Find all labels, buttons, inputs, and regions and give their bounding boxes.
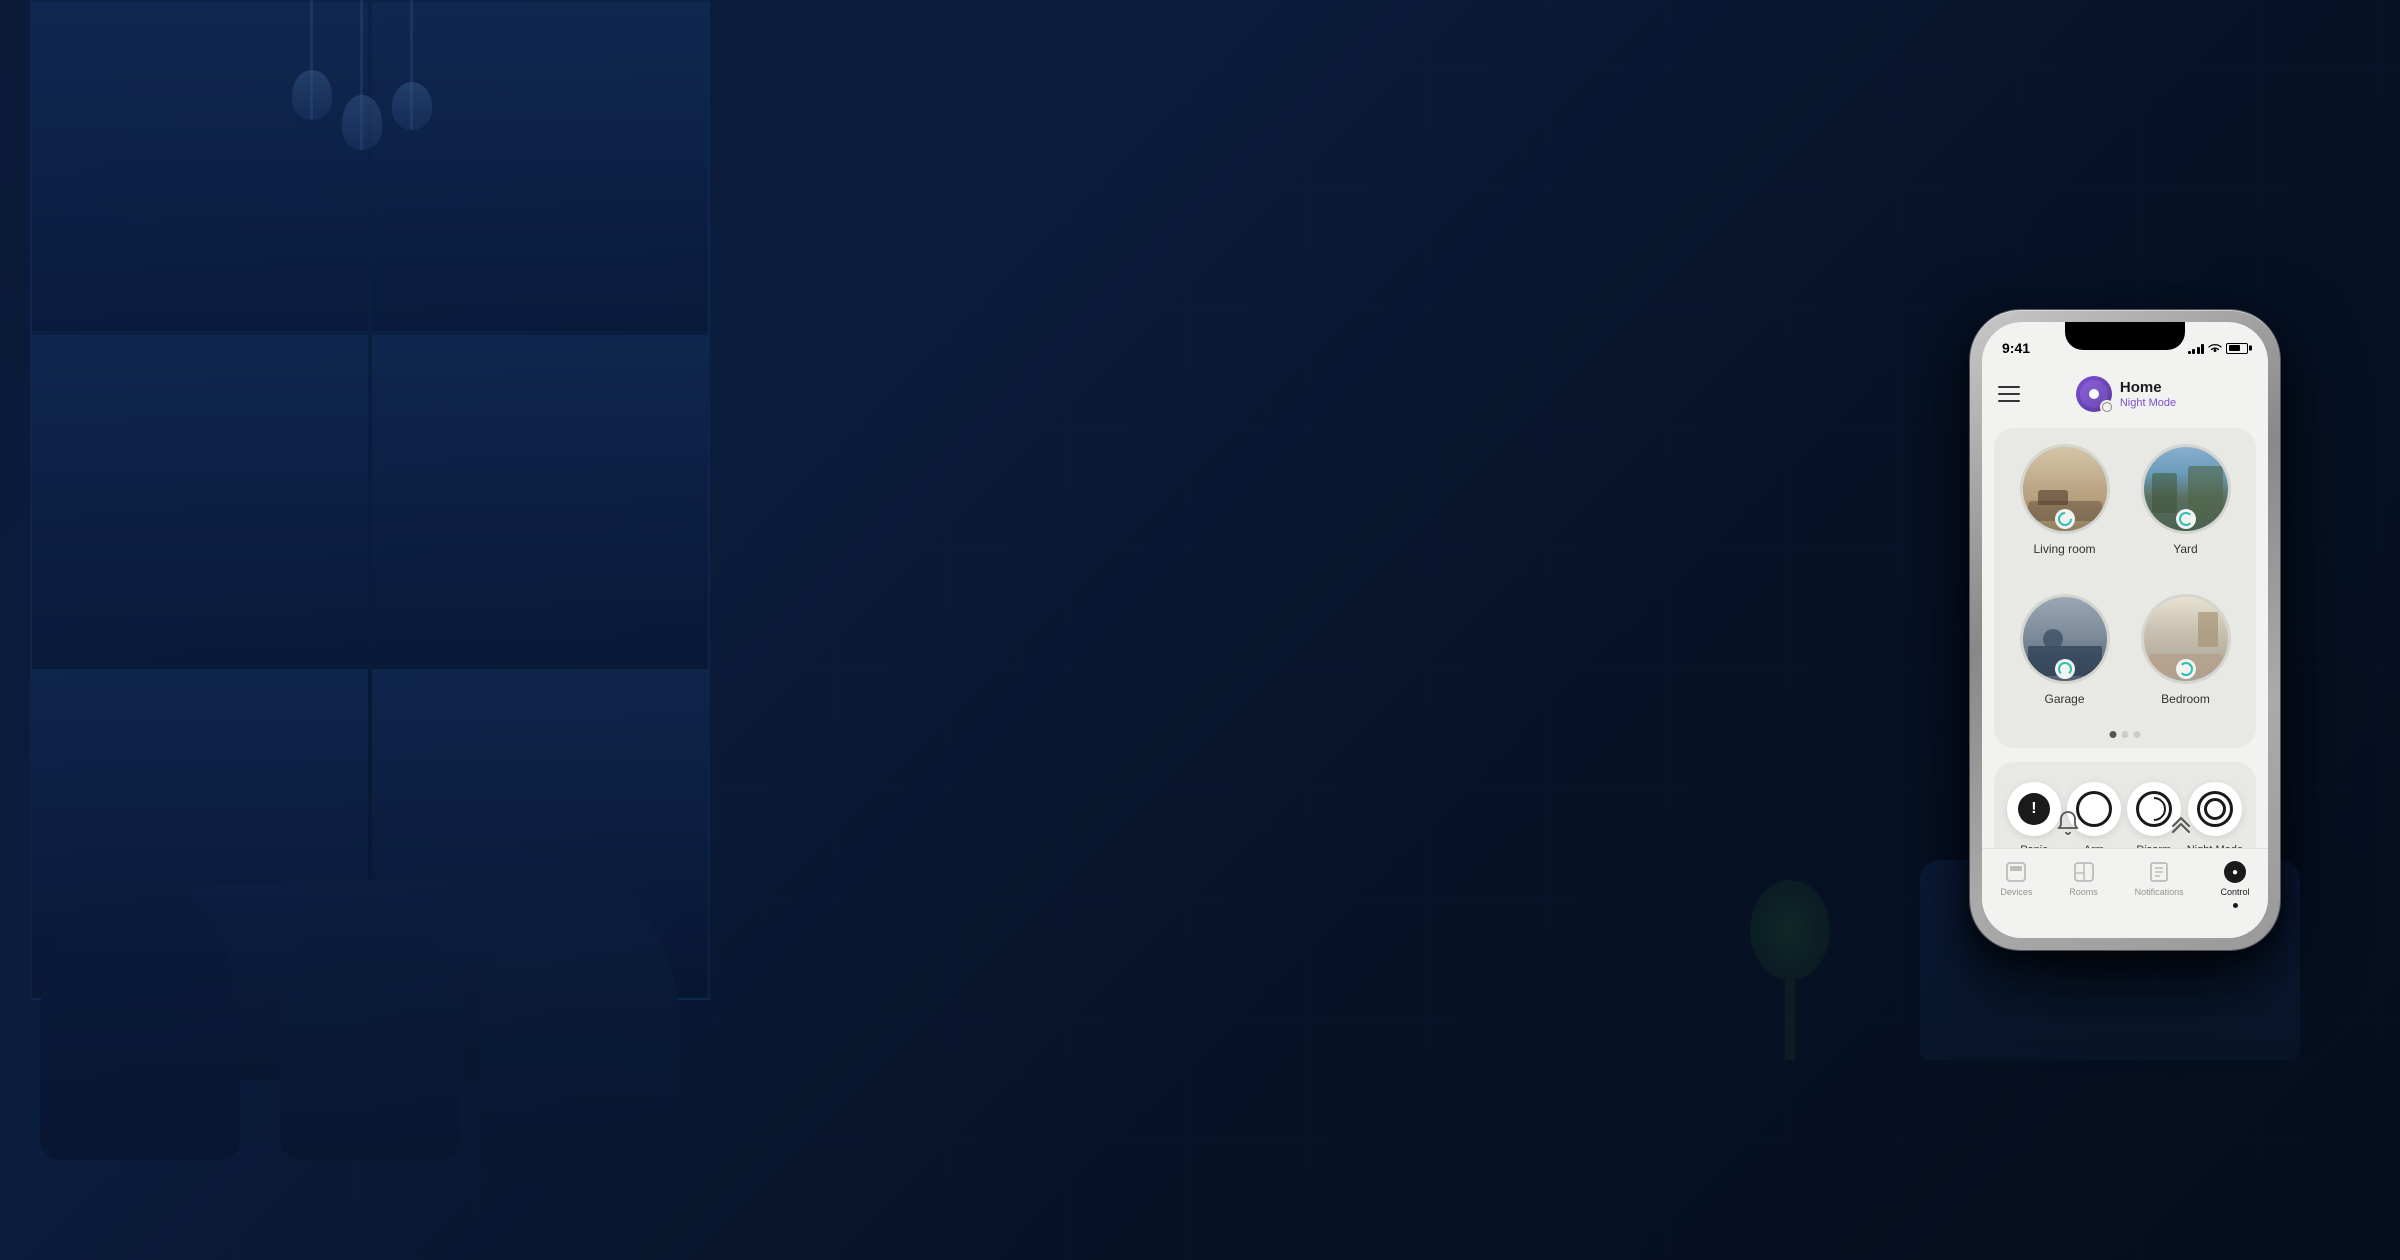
tab-bar: Devices Rooms — [1982, 848, 2268, 938]
tab-rooms-label: Rooms — [2069, 887, 2098, 897]
status-icons — [2188, 343, 2249, 354]
tab-control[interactable]: Control — [2221, 861, 2250, 908]
avatar — [2076, 376, 2112, 412]
tab-control-label: Control — [2221, 887, 2250, 897]
room-circle-garage — [2020, 594, 2110, 684]
bedroom-status — [2176, 659, 2196, 679]
room-item-living-room[interactable]: Living room — [2010, 444, 2119, 556]
battery-icon — [2226, 343, 2248, 354]
room-name-garage: Garage — [2044, 692, 2084, 706]
wifi-icon — [2208, 343, 2222, 354]
room-item-yard[interactable]: Yard — [2131, 444, 2240, 556]
notifications-tab-icon — [2149, 861, 2169, 883]
devices-tab-icon — [2005, 861, 2027, 883]
tab-devices[interactable]: Devices — [2000, 861, 2032, 897]
rooms-tab-icon — [2073, 861, 2095, 883]
room-item-bedroom[interactable]: Bedroom — [2131, 594, 2240, 706]
mode-label: Night Mode — [2120, 397, 2176, 409]
phone-screen: 9:41 — [1982, 322, 2268, 938]
yard-status — [2176, 509, 2196, 529]
phone-device: 9:41 — [1970, 310, 2280, 950]
room-item-garage[interactable]: Garage — [2010, 594, 2119, 706]
signal-icon — [2188, 343, 2205, 354]
app-header: Home Night Mode — [1982, 366, 2268, 422]
room-name-living: Living room — [2033, 542, 2095, 556]
tab-rooms[interactable]: Rooms — [2069, 861, 2098, 897]
room-name-yard: Yard — [2173, 542, 2197, 556]
garage-status — [2055, 659, 2075, 679]
ceiling-light-1 — [310, 0, 313, 120]
chair-2 — [280, 900, 460, 1160]
tab-notifications[interactable]: Notifications — [2135, 861, 2184, 897]
home-name: Home — [2120, 379, 2176, 397]
status-time: 9:41 — [2002, 340, 2030, 356]
bell-icon[interactable] — [2055, 809, 2081, 837]
active-dot — [2233, 903, 2238, 908]
chair-1 — [40, 880, 240, 1160]
tab-devices-label: Devices — [2000, 887, 2032, 897]
tab-notifications-label: Notifications — [2135, 887, 2184, 897]
phone-frame: 9:41 — [1970, 310, 2280, 950]
room-circle-bedroom — [2141, 594, 2231, 684]
ceiling-light-2 — [360, 0, 363, 150]
rooms-card: Living room Yard — [1994, 428, 2256, 748]
room-name-bedroom: Bedroom — [2161, 692, 2210, 706]
home-info: Home Night Mode — [2076, 376, 2176, 412]
room-circle-living — [2020, 444, 2110, 534]
header-titles: Home Night Mode — [2120, 379, 2176, 409]
room-circle-yard — [2141, 444, 2231, 534]
living-room-status — [2055, 509, 2075, 529]
pagination-dot-3 — [2134, 731, 2141, 738]
pagination-dot-1 — [2110, 731, 2117, 738]
scroll-up-icon[interactable] — [2167, 808, 2195, 838]
menu-button[interactable] — [1998, 386, 2020, 402]
control-tab-icon — [2224, 861, 2246, 883]
ceiling-light-3 — [410, 0, 413, 130]
window-bg — [30, 0, 710, 1000]
chair-3 — [480, 880, 680, 1180]
pagination-dot-2 — [2122, 731, 2129, 738]
pagination — [2110, 731, 2141, 738]
plant — [1730, 860, 1850, 1060]
bottom-area — [1982, 808, 2268, 838]
phone-notch — [2065, 322, 2185, 350]
